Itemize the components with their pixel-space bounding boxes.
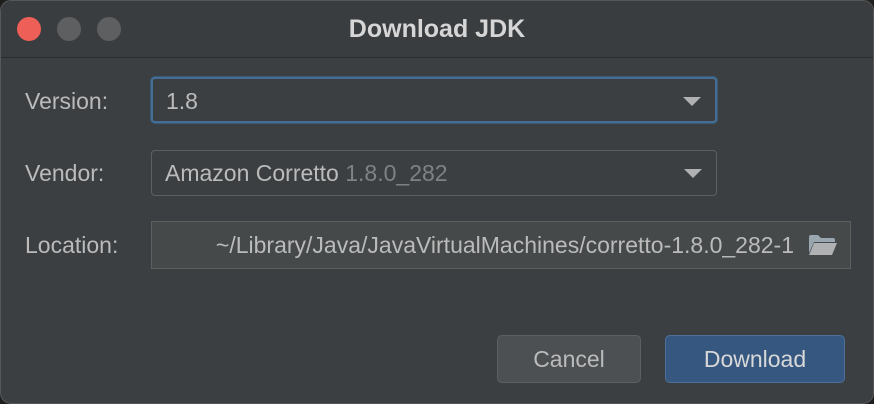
vendor-label: Vendor: <box>25 160 105 186</box>
vendor-name: Amazon Corretto <box>165 160 339 186</box>
cancel-button[interactable]: Cancel <box>497 335 641 383</box>
location-label: Location: <box>25 232 119 258</box>
vendor-version: 1.8.0_282 <box>338 160 448 186</box>
location-field[interactable]: ~/Library/Java/JavaVirtualMachines/corre… <box>151 221 851 269</box>
chevron-down-icon[interactable] <box>683 97 701 106</box>
folder-open-icon[interactable] <box>808 234 838 256</box>
download-jdk-dialog: Download JDK Version: 1.8 Vendor: Amazon… <box>0 0 874 404</box>
version-label: Version: <box>25 88 109 114</box>
vendor-dropdown[interactable]: Amazon Corretto 1.8.0_282 <box>151 150 717 196</box>
location-value: ~/Library/Java/JavaVirtualMachines/corre… <box>215 232 794 258</box>
version-dropdown[interactable]: 1.8 <box>151 77 717 123</box>
version-value: 1.8 <box>166 88 198 114</box>
vendor-value: Amazon Corretto 1.8.0_282 <box>165 151 448 195</box>
dialog-title: Download JDK <box>348 15 526 43</box>
chevron-down-icon[interactable] <box>684 169 702 178</box>
download-button[interactable]: Download <box>665 335 845 383</box>
title-bar: Download JDK <box>1 1 873 58</box>
